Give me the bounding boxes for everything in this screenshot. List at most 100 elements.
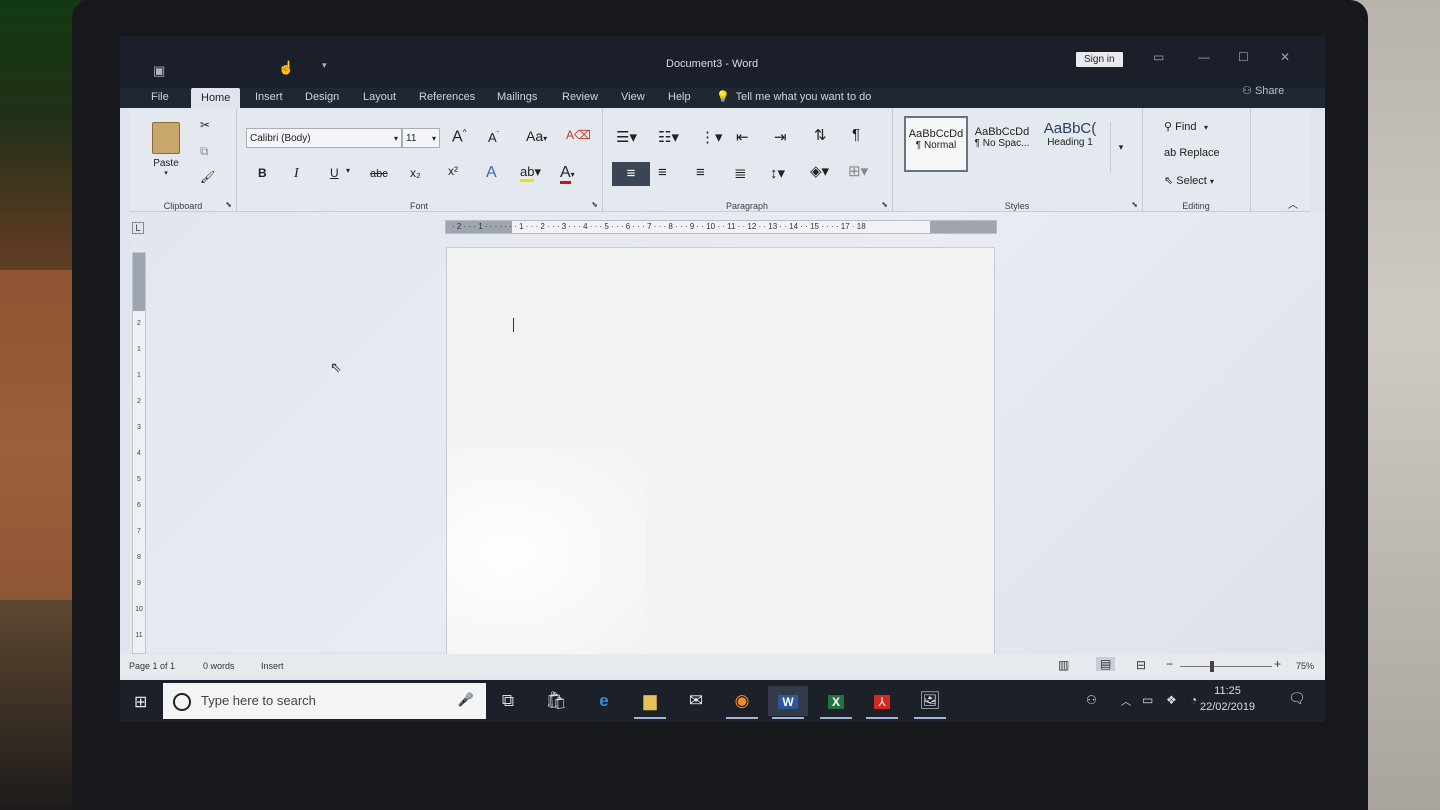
task-view-icon[interactable]: ⧉ — [488, 686, 528, 716]
align-left-button[interactable]: ≡ — [612, 162, 650, 186]
zoom-in-icon[interactable]: + — [1274, 657, 1281, 671]
document-page[interactable] — [446, 247, 995, 658]
vertical-ruler[interactable]: 21123456789101112 — [132, 252, 146, 665]
word-taskbar-icon[interactable]: W — [768, 686, 808, 719]
shading-icon[interactable]: ◈▾ — [810, 162, 829, 180]
bold-button[interactable]: B — [258, 166, 267, 180]
tab-help[interactable]: Help — [668, 91, 691, 103]
read-mode-icon[interactable]: ▥ — [1058, 658, 1069, 672]
excel-icon[interactable]: X — [816, 686, 856, 719]
font-color-icon[interactable]: A▾ — [560, 164, 575, 184]
word-count[interactable]: 0 words — [203, 661, 235, 671]
edge-icon[interactable]: e — [584, 686, 624, 716]
find-button[interactable]: ⚲ Find ▾ — [1164, 120, 1208, 133]
styles-more-icon[interactable]: ▾ — [1110, 122, 1131, 172]
format-painter-icon[interactable]: 🖌 — [200, 170, 215, 184]
clipboard-launcher-icon[interactable]: ⬊ — [225, 200, 232, 209]
increase-indent-icon[interactable]: ⇥ — [774, 128, 787, 146]
tab-insert[interactable]: Insert — [255, 91, 283, 103]
photos-icon[interactable]: 🖼 — [910, 686, 950, 719]
underline-dropdown-icon[interactable]: ▾ — [346, 166, 350, 175]
insert-mode[interactable]: Insert — [261, 661, 284, 671]
close-icon[interactable]: ✕ — [1280, 50, 1290, 64]
collapse-ribbon-icon[interactable]: ︿ — [1288, 196, 1298, 211]
sign-in-button[interactable]: Sign in — [1076, 52, 1123, 67]
tab-mailings[interactable]: Mailings — [497, 91, 537, 103]
change-case-button[interactable]: Aa▾ — [526, 128, 547, 144]
zoom-level[interactable]: 75% — [1296, 661, 1314, 671]
customize-qat-icon[interactable]: ▾ — [322, 60, 327, 71]
store-icon[interactable]: 🛍 — [536, 686, 576, 716]
zoom-out-icon[interactable]: − — [1166, 657, 1173, 671]
show-hidden-icons-icon[interactable]: ︿ — [1121, 693, 1131, 708]
styles-launcher-icon[interactable]: ⬊ — [1131, 200, 1138, 209]
taskbar-search[interactable]: Type here to search 🎤 — [163, 683, 486, 719]
decrease-indent-icon[interactable]: ⇤ — [736, 128, 749, 146]
numbering-icon[interactable]: ☷▾ — [658, 128, 679, 146]
copy-icon[interactable]: ⧉ — [200, 144, 209, 159]
superscript-button[interactable]: x² — [448, 164, 458, 178]
tab-design[interactable]: Design — [305, 91, 339, 103]
horizontal-ruler[interactable]: · 2 · · · 1 · · · · · · · 1 · · · 2 · · … — [445, 220, 997, 234]
tab-home[interactable]: Home — [191, 88, 241, 108]
replace-button[interactable]: ab Replace — [1164, 147, 1220, 159]
tab-references[interactable]: References — [419, 91, 475, 103]
highlight-icon[interactable]: ab▾ — [520, 164, 541, 182]
justify-icon[interactable]: ≣ — [734, 164, 747, 182]
paste-button[interactable]: Paste ▾ — [146, 122, 186, 177]
acrobat-icon[interactable]: ⅄ — [862, 686, 902, 719]
sort-icon[interactable]: ⇅ — [814, 126, 827, 144]
borders-icon[interactable]: ⊞▾ — [848, 162, 868, 180]
save-icon[interactable]: ▣ — [153, 63, 165, 79]
tab-view[interactable]: View — [621, 91, 645, 103]
multilevel-list-icon[interactable]: ⋮▾ — [700, 128, 723, 146]
align-right-icon[interactable]: ≡ — [696, 164, 705, 181]
web-layout-icon[interactable]: ⊟ — [1136, 658, 1146, 672]
file-explorer-icon[interactable]: ▆ — [630, 686, 670, 719]
text-effects-icon[interactable]: A — [486, 164, 497, 182]
mail-icon[interactable]: ✉ — [676, 686, 716, 716]
tab-review[interactable]: Review — [562, 91, 598, 103]
print-layout-icon[interactable]: ▤ — [1096, 657, 1116, 671]
tab-layout[interactable]: Layout — [363, 91, 396, 103]
strikethrough-button[interactable]: abc — [370, 168, 388, 180]
dropbox-icon[interactable]: ❖ — [1166, 693, 1177, 707]
italic-button[interactable]: I — [294, 166, 299, 182]
ribbon-display-options-icon[interactable]: ▭ — [1153, 50, 1164, 64]
action-center-icon[interactable]: 🗨 — [1288, 690, 1306, 707]
tab-file[interactable]: File — [151, 91, 169, 103]
underline-button[interactable]: U — [330, 166, 339, 180]
zoom-slider-thumb[interactable] — [1210, 661, 1214, 672]
style-heading-1[interactable]: AaBbC( Heading 1 — [1038, 116, 1102, 172]
battery-icon[interactable]: ▭ — [1142, 693, 1153, 707]
firefox-icon[interactable]: ◉ — [722, 686, 762, 719]
font-size-select[interactable]: 11 ▾ — [402, 128, 440, 148]
touch-mode-icon[interactable]: ☝ — [278, 60, 294, 76]
zoom-slider[interactable] — [1180, 661, 1272, 672]
shrink-font-button[interactable]: Aˇ — [488, 130, 499, 145]
maximize-icon[interactable]: ☐ — [1238, 50, 1249, 64]
wifi-icon[interactable]: ◔ — [1190, 693, 1197, 707]
font-launcher-icon[interactable]: ⬊ — [591, 200, 598, 209]
select-button[interactable]: ⇖ Select ▾ — [1164, 174, 1214, 187]
grow-font-button[interactable]: A^ — [452, 128, 466, 146]
paragraph-launcher-icon[interactable]: ⬊ — [881, 200, 888, 209]
clear-formatting-icon[interactable]: A⌫ — [566, 128, 591, 142]
clock[interactable]: 11:25 22/02/2019 — [1200, 683, 1255, 715]
page-count[interactable]: Page 1 of 1 — [129, 661, 175, 671]
minimize-icon[interactable]: — — [1198, 50, 1210, 64]
style-normal[interactable]: AaBbCcDd ¶ Normal — [904, 116, 968, 172]
style-no-spacing[interactable]: AaBbCcDd ¶ No Spac... — [970, 116, 1034, 172]
tab-selector-icon[interactable]: L — [132, 222, 144, 234]
subscript-button[interactable]: x₂ — [410, 166, 421, 180]
people-icon[interactable]: ⚇ — [1086, 693, 1097, 707]
cut-icon[interactable]: ✂ — [200, 118, 210, 132]
microphone-icon[interactable]: 🎤 — [458, 692, 474, 708]
tell-me-box[interactable]: 💡 Tell me what you want to do — [716, 90, 871, 103]
bullets-icon[interactable]: ☰▾ — [616, 128, 637, 146]
align-center-icon[interactable]: ≡ — [658, 164, 667, 181]
share-button[interactable]: ⚇ Share — [1242, 84, 1284, 97]
show-formatting-icon[interactable]: ¶ — [852, 126, 860, 143]
line-spacing-icon[interactable]: ↕▾ — [770, 164, 785, 182]
windows-start-icon[interactable]: ⊞ — [134, 692, 147, 712]
